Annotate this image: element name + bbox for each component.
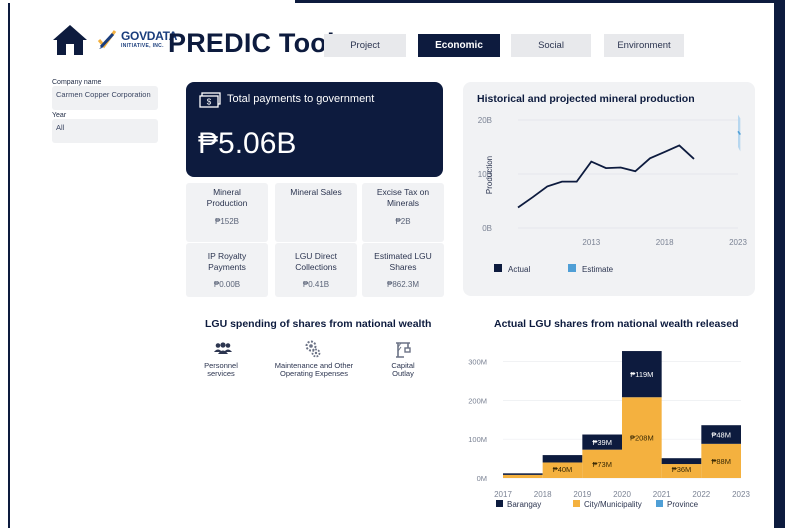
legend-swatch bbox=[656, 500, 663, 507]
metric-card-ip-royalty: IP Royalty Payments ₱0.00B bbox=[186, 243, 268, 297]
metric-label: LGU Direct bbox=[294, 251, 338, 261]
x-tick-label: 2023 bbox=[732, 490, 750, 499]
company-name-select[interactable]: Carmen Copper Corporation bbox=[52, 86, 158, 110]
legend-label: Barangay bbox=[507, 500, 541, 509]
bar-city-municipality bbox=[503, 474, 543, 478]
bar-label-city: ₱36M bbox=[672, 465, 692, 474]
metric-value: ₱0.41B bbox=[302, 280, 330, 289]
bar-barangay bbox=[503, 473, 543, 475]
svg-text:$: $ bbox=[207, 98, 212, 107]
legend-swatch bbox=[496, 500, 503, 507]
year-select[interactable]: All bbox=[52, 119, 158, 143]
tab-environment[interactable]: Environment bbox=[604, 34, 684, 57]
bar-label-city: ₱40M bbox=[553, 465, 573, 474]
total-payments-card: $ Total payments to government ₱5.06B bbox=[186, 82, 443, 177]
metric-value: ₱2B bbox=[395, 217, 411, 226]
x-tick-label: 2019 bbox=[573, 490, 591, 499]
money-icon: $ bbox=[199, 92, 221, 108]
metric-label: Mineral Sales bbox=[290, 187, 342, 197]
metric-value: ₱862.3M bbox=[386, 280, 420, 289]
metric-card-mineral-sales: Mineral Sales bbox=[275, 183, 357, 242]
lgu-shares-bar-chart: 0M 100M 200M 300M 2017 2018 2019 2020 2021 2022 20… bbox=[468, 351, 750, 509]
legend-swatch-actual bbox=[494, 264, 502, 272]
legend-label: Province bbox=[667, 500, 699, 509]
x-tick-label: 2017 bbox=[494, 490, 512, 499]
pencil-check-icon bbox=[97, 30, 117, 49]
spending-label: Operating Expenses bbox=[280, 369, 348, 378]
tab-social[interactable]: Social bbox=[511, 34, 591, 57]
legend-swatch bbox=[573, 500, 580, 507]
bar-label-city: ₱88M bbox=[711, 457, 731, 466]
metric-card-excise-tax: Excise Tax on Minerals ₱2B bbox=[362, 183, 444, 242]
metric-card-estimated-lgu: Estimated LGU Shares ₱862.3M bbox=[362, 243, 444, 297]
production-line-chart: 0B10B20B2013 2018 2023ProductionActual Esti… bbox=[478, 114, 747, 274]
x-tick-label: 2022 bbox=[692, 490, 710, 499]
metric-label: Mineral bbox=[213, 187, 241, 197]
metric-card-mineral-production: Mineral Production ₱152B bbox=[186, 183, 268, 242]
x-tick-label: 2021 bbox=[653, 490, 671, 499]
spending-item-personnel: Personnel services bbox=[196, 362, 246, 378]
metric-label: Shares bbox=[389, 262, 417, 272]
lgu-shares-chart-title: Actual LGU shares from national wealth r… bbox=[494, 318, 739, 330]
crane-icon bbox=[396, 342, 411, 358]
x-tick-label: 2018 bbox=[656, 238, 674, 247]
legend-swatch-estimate bbox=[568, 264, 576, 272]
metric-value: ₱152B bbox=[214, 217, 240, 226]
bar-label-city: ₱73M bbox=[592, 460, 612, 469]
bar-label-city: ₱208M bbox=[630, 434, 654, 443]
tab-project[interactable]: Project bbox=[324, 34, 406, 57]
company-name-value: Carmen Copper Corporation bbox=[56, 90, 151, 99]
right-accent-band bbox=[776, 0, 785, 528]
spending-item-capital: Capital Outlay bbox=[380, 362, 426, 378]
metric-label: IP Royalty bbox=[207, 251, 247, 261]
legend-label: City/Municipality bbox=[584, 500, 642, 509]
legend-label-estimate: Estimate bbox=[582, 265, 614, 274]
metric-label: Estimated LGU bbox=[374, 251, 432, 261]
x-tick-label: 2013 bbox=[582, 238, 600, 247]
total-payments-value: ₱5.06B bbox=[198, 127, 297, 160]
bar-barangay bbox=[542, 455, 583, 463]
metric-label: Collections bbox=[295, 262, 337, 272]
bar-label-barangay: ₱39M bbox=[592, 438, 612, 447]
spending-label: services bbox=[207, 369, 235, 378]
spending-item-mooe: Maintenance and Other Operating Expenses bbox=[262, 362, 366, 378]
year-value: All bbox=[56, 123, 65, 132]
metric-label: Payments bbox=[208, 262, 246, 272]
y-tick-label: 0B bbox=[482, 224, 492, 233]
legend-label-actual: Actual bbox=[508, 265, 530, 274]
metric-label: Production bbox=[206, 198, 248, 208]
bar-barangay bbox=[661, 458, 702, 465]
y-tick-label: 300M bbox=[468, 358, 487, 367]
y-tick-label: 20B bbox=[478, 116, 492, 125]
metric-label: Minerals bbox=[386, 198, 420, 208]
govdata-logo: GOVDATA INITIATIVE, INC. bbox=[96, 28, 177, 50]
bar-label-barangay: ₱48M bbox=[711, 431, 731, 440]
home-icon[interactable] bbox=[52, 24, 88, 56]
tab-economic[interactable]: Economic bbox=[418, 34, 500, 57]
y-tick-label: 0M bbox=[477, 474, 487, 483]
total-payments-label: Total payments to government bbox=[227, 93, 375, 105]
year-label: Year bbox=[52, 112, 67, 119]
metric-card-lgu-direct: LGU Direct Collections ₱0.41B bbox=[275, 243, 357, 297]
series-line-actual bbox=[517, 144, 695, 209]
y-axis-label: Production bbox=[485, 156, 494, 194]
x-tick-label: 2020 bbox=[613, 490, 631, 499]
spending-title: LGU spending of shares from national wea… bbox=[205, 318, 432, 330]
metric-value: ₱0.00B bbox=[213, 280, 241, 289]
app-title: PREDIC Tool bbox=[168, 28, 335, 58]
spending-label: Outlay bbox=[392, 369, 414, 378]
people-icon bbox=[214, 342, 232, 354]
gears-icon bbox=[305, 340, 321, 358]
x-tick-label: 2023 bbox=[729, 238, 747, 247]
company-name-label: Company name bbox=[52, 79, 102, 86]
bar-label-barangay: ₱119M bbox=[630, 370, 653, 379]
metric-label: Excise Tax on bbox=[376, 187, 430, 197]
y-tick-label: 200M bbox=[468, 396, 487, 405]
x-tick-label: 2018 bbox=[534, 490, 552, 499]
y-tick-label: 100M bbox=[468, 435, 487, 444]
